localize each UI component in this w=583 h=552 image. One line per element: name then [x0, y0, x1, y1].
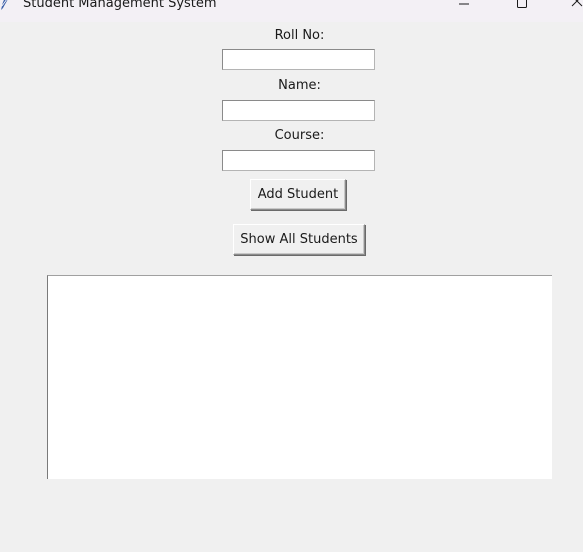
students-listbox[interactable] — [47, 275, 552, 479]
title-bar[interactable]: Student Management System — [0, 0, 583, 22]
name-label: Name: — [278, 78, 321, 93]
feather-icon — [0, 0, 12, 10]
close-icon[interactable] — [568, 0, 583, 12]
name-input[interactable] — [222, 100, 375, 121]
show-all-students-button[interactable]: Show All Students — [233, 224, 365, 255]
roll-no-input[interactable] — [222, 49, 375, 70]
course-input[interactable] — [222, 150, 375, 171]
maximize-icon[interactable] — [512, 0, 532, 12]
minimize-icon[interactable] — [455, 0, 475, 12]
app-window: Student Management System Roll No: Name:… — [0, 0, 583, 552]
roll-no-label: Roll No: — [274, 28, 325, 43]
course-label: Course: — [274, 128, 325, 143]
add-student-button[interactable]: Add Student — [250, 179, 346, 210]
window-title: Student Management System — [23, 0, 217, 11]
